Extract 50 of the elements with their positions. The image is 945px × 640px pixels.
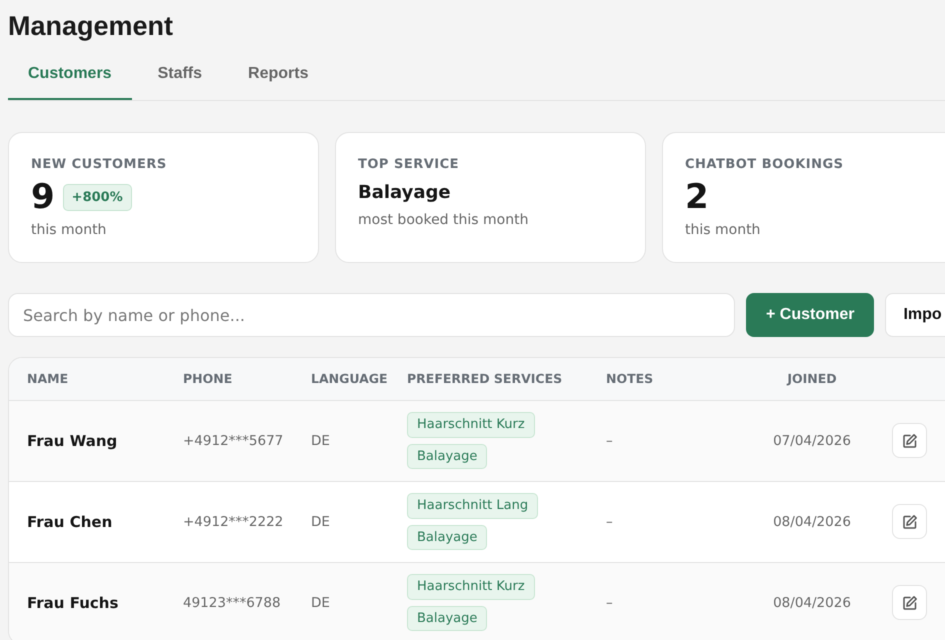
edit-button[interactable] <box>892 504 927 540</box>
edit-icon <box>902 594 918 611</box>
stat-value: Balayage <box>358 180 451 205</box>
notes-text: – <box>588 481 750 562</box>
stat-caption: most booked this month <box>358 210 530 230</box>
phone-number: 49123***6788 <box>165 562 293 640</box>
change-badge: +800% <box>62 184 132 212</box>
stat-label: TOP SERVICE <box>358 156 460 174</box>
customer-name: Frau Chen <box>9 481 165 562</box>
stat-value: 9 <box>31 178 55 216</box>
joined-date: 08/04/2026 <box>750 481 874 562</box>
language-code: DE <box>293 481 389 562</box>
notes-text: – <box>588 400 750 482</box>
language-code: DE <box>293 400 389 482</box>
service-tag: Haarschnitt Kurz <box>407 412 535 438</box>
tab[interactable]: Reports <box>228 54 328 100</box>
joined-date: 07/04/2026 <box>750 400 874 482</box>
column-header: NAME <box>9 358 165 400</box>
edit-icon <box>902 432 918 449</box>
tab[interactable]: Customers <box>8 54 132 100</box>
column-header: PHONE <box>165 358 293 400</box>
edit-button[interactable] <box>892 585 927 620</box>
column-header: PREFERRED SERVICES <box>389 358 588 400</box>
column-header: NOTES <box>588 358 750 400</box>
add-customer-button[interactable]: + Customer <box>746 293 874 338</box>
service-tag: Haarschnitt Lang <box>407 493 538 519</box>
search-field[interactable]: Search by name or phone... <box>8 293 735 338</box>
customer-name: Frau Fuchs <box>9 562 165 640</box>
joined-date: 08/04/2026 <box>750 562 874 640</box>
edit-icon <box>902 514 918 530</box>
stat-caption: this month <box>31 221 108 240</box>
customer-name: Frau Wang <box>9 400 165 482</box>
service-tag: Balayage <box>407 606 488 632</box>
phone-number: +4912***5677 <box>165 400 293 482</box>
stat-caption: this month <box>685 221 762 240</box>
tab[interactable]: Staffs <box>138 54 222 100</box>
notes-text: – <box>588 562 750 640</box>
phone-number: +4912***2222 <box>165 481 293 562</box>
service-tag: Haarschnitt Kurz <box>407 574 535 600</box>
page-title: Management <box>8 10 174 42</box>
column-header: LANGUAGE <box>293 358 389 400</box>
stat-value: 2 <box>685 178 709 216</box>
column-header: JOINED <box>750 358 874 400</box>
service-tag: Balayage <box>407 444 488 470</box>
action-button[interactable]: Impo <box>885 293 945 338</box>
edit-button[interactable] <box>892 423 927 458</box>
stat-label: NEW CUSTOMERS <box>31 156 168 174</box>
service-tag: Balayage <box>407 524 488 550</box>
language-code: DE <box>293 562 389 640</box>
stat-label: CHATBOT BOOKINGS <box>685 156 845 174</box>
